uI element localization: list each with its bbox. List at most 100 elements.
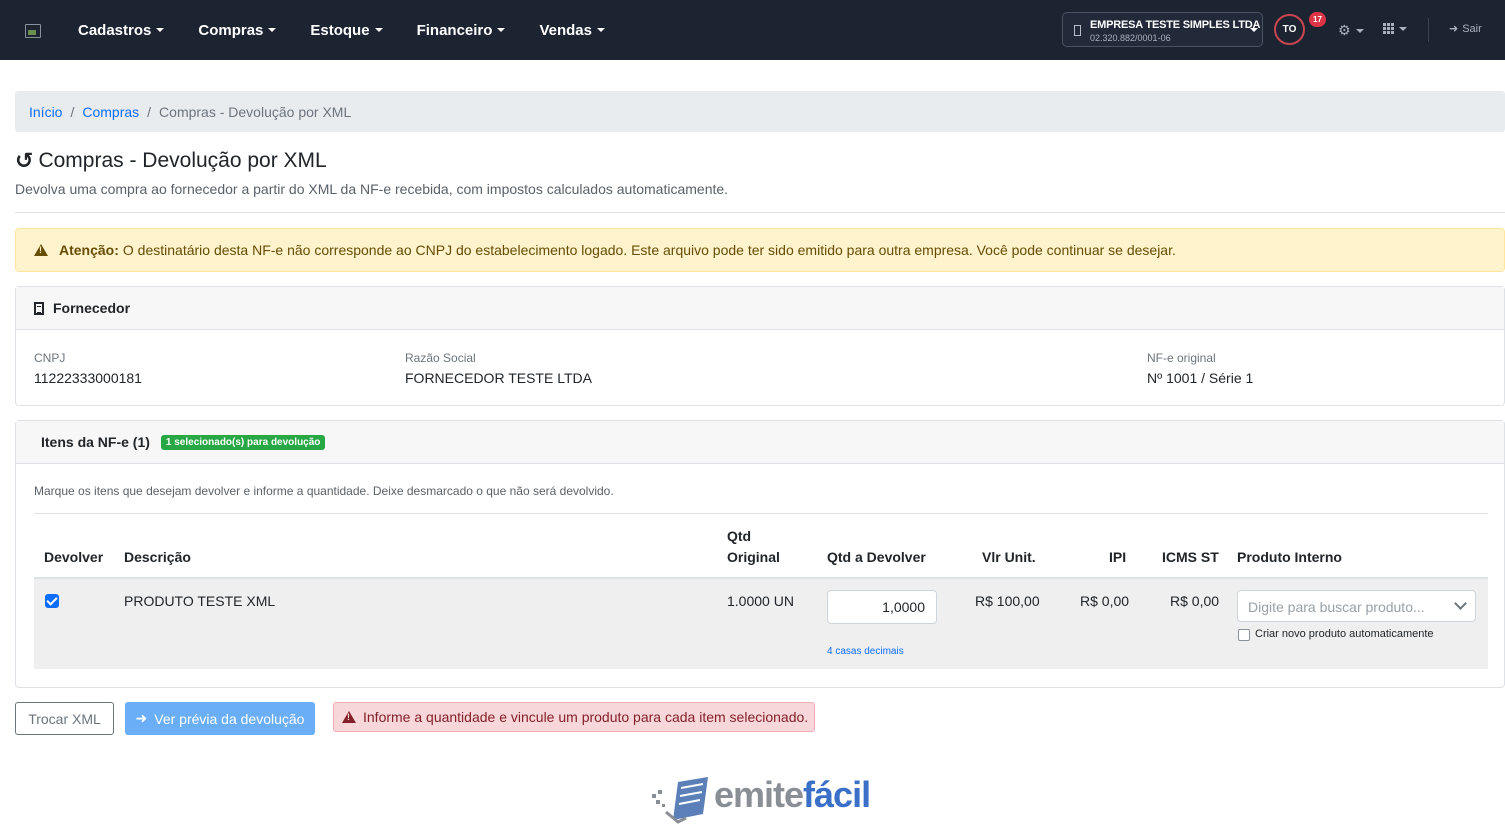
- caret-down-icon: [1355, 28, 1364, 33]
- novo-produto-label: Criar novo produto automaticamente: [1255, 628, 1434, 640]
- nfe-original-label: NF-e original: [1147, 351, 1216, 365]
- col-descricao: Descrição: [124, 549, 191, 565]
- caret-down-icon: [1250, 28, 1258, 32]
- notification-badge[interactable]: 17: [1309, 12, 1326, 27]
- breadcrumb-separator: /: [147, 103, 152, 120]
- logout-button[interactable]: ➜ Sair: [1449, 22, 1482, 36]
- emitefacil-logo-icon: [652, 777, 708, 824]
- caret-down-icon: [374, 28, 383, 32]
- itens-header: Itens da NF-e (1) 1 selecionado(s) para …: [16, 421, 1504, 464]
- qtd-devolver-input[interactable]: [827, 590, 937, 624]
- item-icms-st: R$ 0,00: [1170, 593, 1220, 609]
- menu-estoque[interactable]: Estoque: [310, 21, 383, 39]
- col-icms-st: ICMS ST: [1162, 549, 1219, 565]
- col-devolver: Devolver: [44, 549, 104, 565]
- caret-down-icon: [497, 28, 506, 32]
- logo-text-emite: emite: [714, 774, 804, 815]
- chevron-down-icon: [1454, 597, 1467, 610]
- caret-down-icon: [156, 28, 165, 32]
- caret-down-icon: [596, 28, 605, 32]
- caret-down-icon: [268, 28, 277, 32]
- col-vlr-unit: Vlr Unit.: [982, 549, 1036, 565]
- itens-header-label: Itens da NF-e (1): [41, 434, 150, 450]
- caret-down-icon: [1399, 26, 1407, 31]
- col-ipi: IPI: [1109, 549, 1127, 565]
- menu-financeiro-label: Financeiro: [416, 21, 493, 39]
- validation-error-text: Informe a quantidade e vincule um produt…: [363, 709, 809, 725]
- itens-card: Itens da NF-e (1) 1 selecionado(s) para …: [15, 420, 1505, 688]
- nfe-original-value: Nº 1001 / Série 1: [1147, 370, 1254, 386]
- top-navbar: Cadastros Compras Estoque Financeiro Ven…: [0, 0, 1505, 60]
- brand-logo-icon[interactable]: [25, 24, 41, 38]
- user-avatar[interactable]: TO: [1274, 14, 1305, 45]
- produto-search-placeholder: Digite para buscar produto...: [1248, 599, 1425, 615]
- menu-financeiro[interactable]: Financeiro: [417, 22, 506, 39]
- menu-vendas[interactable]: Vendas: [539, 22, 605, 39]
- validation-error-alert: Informe a quantidade e vincule um produt…: [333, 702, 815, 732]
- gear-icon: ⚙: [1338, 22, 1351, 38]
- arrow-right-icon: ➜: [135, 710, 148, 726]
- fornecedor-card: Fornecedor CNPJ 11222333000181 Razão Soc…: [15, 286, 1505, 406]
- fornecedor-header: Fornecedor: [16, 287, 1504, 330]
- ver-previa-button[interactable]: ➜ Ver prévia da devolução: [125, 702, 315, 735]
- page-subtitle: Devolva uma compra ao fornecedor a parti…: [15, 181, 729, 197]
- logo-text-facil: fácil: [803, 774, 871, 815]
- page-title: ↺ Compras - Devolução por XML: [15, 148, 327, 174]
- item-ipi: R$ 0,00: [1080, 593, 1130, 609]
- trocar-xml-button[interactable]: Trocar XML: [15, 702, 114, 735]
- grid-icon: [1383, 23, 1394, 34]
- cnpj-label: CNPJ: [34, 351, 66, 365]
- divider: [15, 212, 1505, 213]
- sign-out-icon: ➜: [1449, 23, 1459, 35]
- devolver-checkbox[interactable]: [45, 594, 59, 608]
- selected-count-badge: 1 selecionado(s) para devolução: [160, 434, 326, 450]
- razao-social-value: FORNECEDOR TESTE LTDA: [405, 370, 592, 386]
- produto-interno-select[interactable]: Digite para buscar produto...: [1237, 590, 1476, 622]
- col-produto-interno: Produto Interno: [1237, 549, 1342, 565]
- warning-triangle-icon: [342, 711, 356, 723]
- novo-produto-checkbox[interactable]: [1238, 629, 1250, 641]
- menu-cadastros-label: Cadastros: [78, 21, 152, 39]
- breadcrumb-separator: /: [70, 103, 75, 120]
- company-selector[interactable]: EMPRESA TESTE SIMPLES LTDA 02.320.882/00…: [1062, 12, 1263, 47]
- cnpj-value: 11222333000181: [34, 370, 142, 386]
- col-qtd-original-line1: Qtd: [727, 528, 752, 544]
- menu-vendas-label: Vendas: [539, 21, 592, 39]
- col-qtd-devolver: Qtd a Devolver: [827, 549, 926, 565]
- page-title-text: Compras - Devolução por XML: [38, 149, 327, 172]
- menu-compras[interactable]: Compras: [198, 21, 277, 39]
- itens-instructions: Marque os itens que desejam devolver e i…: [34, 484, 614, 498]
- main-menu: Cadastros Compras Estoque Financeiro Ven…: [78, 0, 639, 60]
- warning-strong: Atenção:: [59, 242, 119, 258]
- building-icon: [34, 301, 44, 315]
- settings-menu[interactable]: ⚙: [1338, 22, 1364, 39]
- nav-divider: [1428, 18, 1429, 42]
- warning-triangle-icon: [34, 244, 48, 256]
- breadcrumb-current: Compras - Devolução por XML: [159, 103, 352, 120]
- undo-icon: ↺: [15, 148, 34, 173]
- item-vlr-unit: R$ 100,00: [975, 593, 1040, 609]
- company-name: EMPRESA TESTE SIMPLES LTDA: [1090, 19, 1261, 31]
- warning-text: O destinatário desta NF-e não correspond…: [122, 242, 1176, 258]
- company-cnpj: 02.320.882/0001-06: [1090, 33, 1171, 43]
- logo-text: emitefácil: [714, 774, 871, 816]
- footer-logo: emitefácil: [648, 772, 871, 827]
- breadcrumb: Início / Compras / Compras - Devolução p…: [15, 91, 1505, 132]
- col-qtd-original-line2: Original: [727, 549, 780, 565]
- fornecedor-header-label: Fornecedor: [53, 300, 131, 316]
- apps-menu[interactable]: [1383, 23, 1407, 34]
- menu-cadastros[interactable]: Cadastros: [78, 21, 165, 39]
- logout-label: Sair: [1462, 22, 1482, 35]
- item-descricao: PRODUTO TESTE XML: [124, 593, 276, 609]
- item-qtd-original: 1.0000 UN: [727, 593, 794, 609]
- menu-estoque-label: Estoque: [310, 21, 370, 39]
- divider: [34, 513, 1488, 514]
- breadcrumb-home[interactable]: Início: [29, 104, 62, 120]
- building-icon: [1074, 25, 1081, 36]
- menu-compras-label: Compras: [198, 21, 264, 39]
- breadcrumb-compras[interactable]: Compras: [82, 104, 139, 120]
- ver-previa-label: Ver prévia da devolução: [154, 710, 305, 727]
- warning-alert: Atenção: O destinatário desta NF-e não c…: [15, 228, 1505, 272]
- razao-social-label: Razão Social: [405, 351, 476, 365]
- decimals-hint: 4 casas decimais: [827, 646, 904, 657]
